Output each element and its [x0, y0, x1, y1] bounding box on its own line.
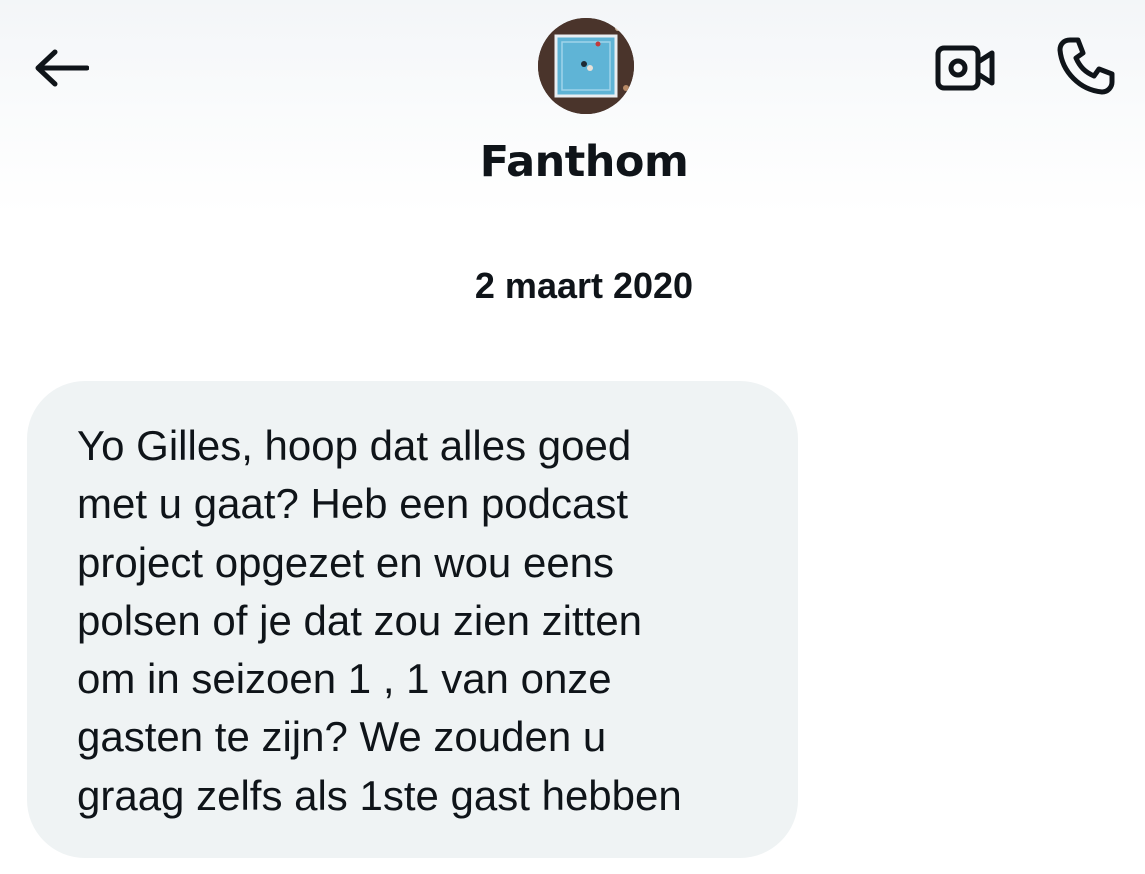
back-button[interactable] — [30, 40, 92, 96]
dm-conversation-screen: Fanthom 2 maart 2020 Yo Gilles, hoop dat… — [0, 0, 1145, 874]
voice-call-button[interactable] — [1050, 30, 1122, 102]
contact-name[interactable]: Fanthom — [0, 132, 1145, 192]
video-camera-icon — [935, 45, 995, 91]
message-text: Yo Gilles, hoop dat alles goed met u gaa… — [77, 422, 682, 819]
arrow-left-icon — [35, 49, 89, 87]
date-separator: 2 maart 2020 — [474, 265, 694, 306]
phone-icon — [1057, 37, 1115, 95]
video-call-button[interactable] — [930, 38, 1002, 98]
boxing-ring-avatar — [538, 18, 634, 114]
avatar[interactable] — [538, 18, 634, 114]
